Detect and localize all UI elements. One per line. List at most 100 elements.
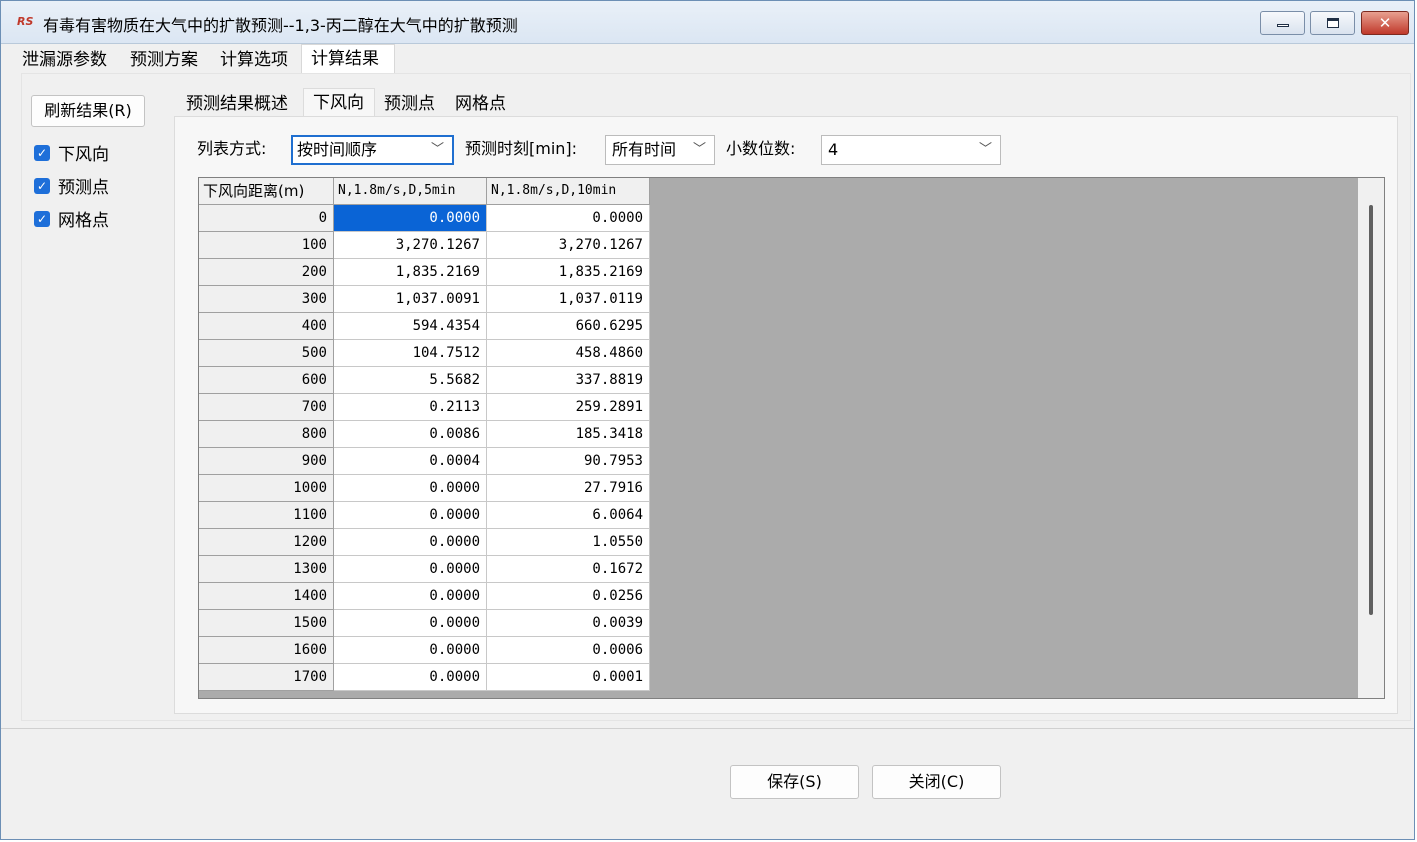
table-cell[interactable]: 0.0000 xyxy=(334,583,487,610)
title-bar[interactable]: RS 有毒有害物质在大气中的扩散预测--1,3-丙二醇在大气中的扩散预测 ✕ xyxy=(1,1,1414,44)
row-header-cell[interactable]: 900 xyxy=(199,448,334,475)
row-header-cell[interactable]: 700 xyxy=(199,394,334,421)
row-header-cell[interactable]: 1700 xyxy=(199,664,334,691)
table-cell[interactable]: 660.6295 xyxy=(487,313,650,340)
table-cell[interactable]: 5.5682 xyxy=(334,367,487,394)
row-header-cell[interactable]: 1000 xyxy=(199,475,334,502)
maximize-icon xyxy=(1327,18,1339,28)
decimals-select[interactable]: 4 ﹀ xyxy=(821,135,1001,165)
decimals-label: 小数位数: xyxy=(726,139,796,158)
table-cell[interactable]: 0.1672 xyxy=(487,556,650,583)
table-cell[interactable]: 0.0000 xyxy=(334,502,487,529)
row-header-cell[interactable]: 1100 xyxy=(199,502,334,529)
table-cell[interactable]: 0.0039 xyxy=(487,610,650,637)
table-cell[interactable]: 6.0064 xyxy=(487,502,650,529)
results-grid[interactable]: 下风向距离(m) N,1.8m/s,D,5min N,1.8m/s,D,10mi… xyxy=(198,177,1385,699)
table-cell[interactable]: 0.0000 xyxy=(334,556,487,583)
minimize-icon xyxy=(1277,24,1289,27)
table-cell[interactable]: 0.0256 xyxy=(487,583,650,610)
checkbox-checked-icon: ✓ xyxy=(34,178,50,194)
checkbox-prediction-points[interactable]: ✓ 预测点 xyxy=(34,177,109,199)
table-cell[interactable]: 0.0001 xyxy=(487,664,650,691)
table-cell[interactable]: 0.2113 xyxy=(334,394,487,421)
time-label: 预测时刻[min]: xyxy=(465,139,578,158)
column-header-distance[interactable]: 下风向距离(m) xyxy=(199,178,334,205)
table-cell[interactable]: 0.0000 xyxy=(334,475,487,502)
footer-divider xyxy=(1,728,1414,729)
row-header-cell[interactable]: 200 xyxy=(199,259,334,286)
tab-prediction-plan[interactable]: 预测方案 xyxy=(130,46,198,75)
table-cell[interactable]: 0.0000 xyxy=(334,637,487,664)
table-cell[interactable]: 27.7916 xyxy=(487,475,650,502)
tab-calc-options[interactable]: 计算选项 xyxy=(220,46,288,75)
table-cell[interactable]: 1,037.0091 xyxy=(334,286,487,313)
table-cell[interactable]: 3,270.1267 xyxy=(487,232,650,259)
row-header-cell[interactable]: 400 xyxy=(199,313,334,340)
column-header-10min[interactable]: N,1.8m/s,D,10min xyxy=(487,178,650,205)
row-header-cell[interactable]: 300 xyxy=(199,286,334,313)
save-button[interactable]: 保存(S) xyxy=(730,765,859,799)
subtab-grid-points[interactable]: 网格点 xyxy=(455,90,506,118)
table-cell[interactable]: 1.0550 xyxy=(487,529,650,556)
row-header-cell[interactable]: 800 xyxy=(199,421,334,448)
subtab-summary[interactable]: 预测结果概述 xyxy=(186,90,288,118)
checkbox-grid-points[interactable]: ✓ 网格点 xyxy=(34,210,109,232)
refresh-results-button[interactable]: 刷新结果(R) xyxy=(31,95,145,127)
table-cell[interactable]: 337.8819 xyxy=(487,367,650,394)
row-header-cell[interactable]: 1300 xyxy=(199,556,334,583)
window-title: 有毒有害物质在大气中的扩散预测--1,3-丙二醇在大气中的扩散预测 xyxy=(43,16,518,35)
table-cell[interactable]: 1,835.2169 xyxy=(334,259,487,286)
checkbox-label: 网格点 xyxy=(58,211,109,231)
checkbox-label: 下风向 xyxy=(58,145,109,165)
minimize-button[interactable] xyxy=(1260,11,1305,35)
close-window-button[interactable]: ✕ xyxy=(1361,11,1409,35)
subtab-prediction-points[interactable]: 预测点 xyxy=(384,90,435,118)
checkbox-downwind[interactable]: ✓ 下风向 xyxy=(34,144,109,166)
list-mode-value: 按时间顺序 xyxy=(297,140,378,159)
table-cell[interactable]: 0.0000 xyxy=(334,205,487,232)
table-cell[interactable]: 0.0000 xyxy=(334,529,487,556)
close-icon: ✕ xyxy=(1378,14,1392,32)
table-cell[interactable]: 1,037.0119 xyxy=(487,286,650,313)
time-value: 所有时间 xyxy=(612,140,677,159)
table-cell[interactable]: 90.7953 xyxy=(487,448,650,475)
row-header-cell[interactable]: 100 xyxy=(199,232,334,259)
row-header-cell[interactable]: 1400 xyxy=(199,583,334,610)
table-cell[interactable]: 259.2891 xyxy=(487,394,650,421)
table-cell[interactable]: 3,270.1267 xyxy=(334,232,487,259)
vertical-scrollbar[interactable] xyxy=(1358,178,1384,698)
table-cell[interactable]: 185.3418 xyxy=(487,421,650,448)
list-mode-label: 列表方式: xyxy=(197,139,267,158)
row-header-cell[interactable]: 1200 xyxy=(199,529,334,556)
table-cell[interactable]: 0.0004 xyxy=(334,448,487,475)
app-logo-icon: RS xyxy=(17,15,34,28)
checkbox-checked-icon: ✓ xyxy=(34,145,50,161)
chevron-down-icon: ﹀ xyxy=(692,142,706,157)
column-header-5min[interactable]: N,1.8m/s,D,5min xyxy=(334,178,487,205)
checkbox-checked-icon: ✓ xyxy=(34,211,50,227)
table-cell[interactable]: 1,835.2169 xyxy=(487,259,650,286)
checkbox-label: 预测点 xyxy=(58,178,109,198)
tab-calc-results[interactable]: 计算结果 xyxy=(301,44,395,73)
list-mode-select[interactable]: 按时间顺序 ﹀ xyxy=(291,135,454,165)
table-cell[interactable]: 104.7512 xyxy=(334,340,487,367)
tab-leak-source[interactable]: 泄漏源参数 xyxy=(22,46,107,75)
scroll-thumb[interactable] xyxy=(1369,205,1373,615)
table-cell[interactable]: 0.0006 xyxy=(487,637,650,664)
table-cell[interactable]: 0.0086 xyxy=(334,421,487,448)
row-header-cell[interactable]: 0 xyxy=(199,205,334,232)
time-select[interactable]: 所有时间 ﹀ xyxy=(605,135,715,165)
chevron-down-icon: ﹀ xyxy=(978,142,992,157)
row-header-cell[interactable]: 600 xyxy=(199,367,334,394)
row-header-cell[interactable]: 500 xyxy=(199,340,334,367)
close-button[interactable]: 关闭(C) xyxy=(872,765,1001,799)
row-header-cell[interactable]: 1600 xyxy=(199,637,334,664)
subtab-downwind[interactable]: 下风向 xyxy=(303,88,375,116)
maximize-button[interactable] xyxy=(1310,11,1355,35)
table-cell[interactable]: 0.0000 xyxy=(334,664,487,691)
table-cell[interactable]: 0.0000 xyxy=(334,610,487,637)
table-cell[interactable]: 0.0000 xyxy=(487,205,650,232)
table-cell[interactable]: 458.4860 xyxy=(487,340,650,367)
table-cell[interactable]: 594.4354 xyxy=(334,313,487,340)
row-header-cell[interactable]: 1500 xyxy=(199,610,334,637)
